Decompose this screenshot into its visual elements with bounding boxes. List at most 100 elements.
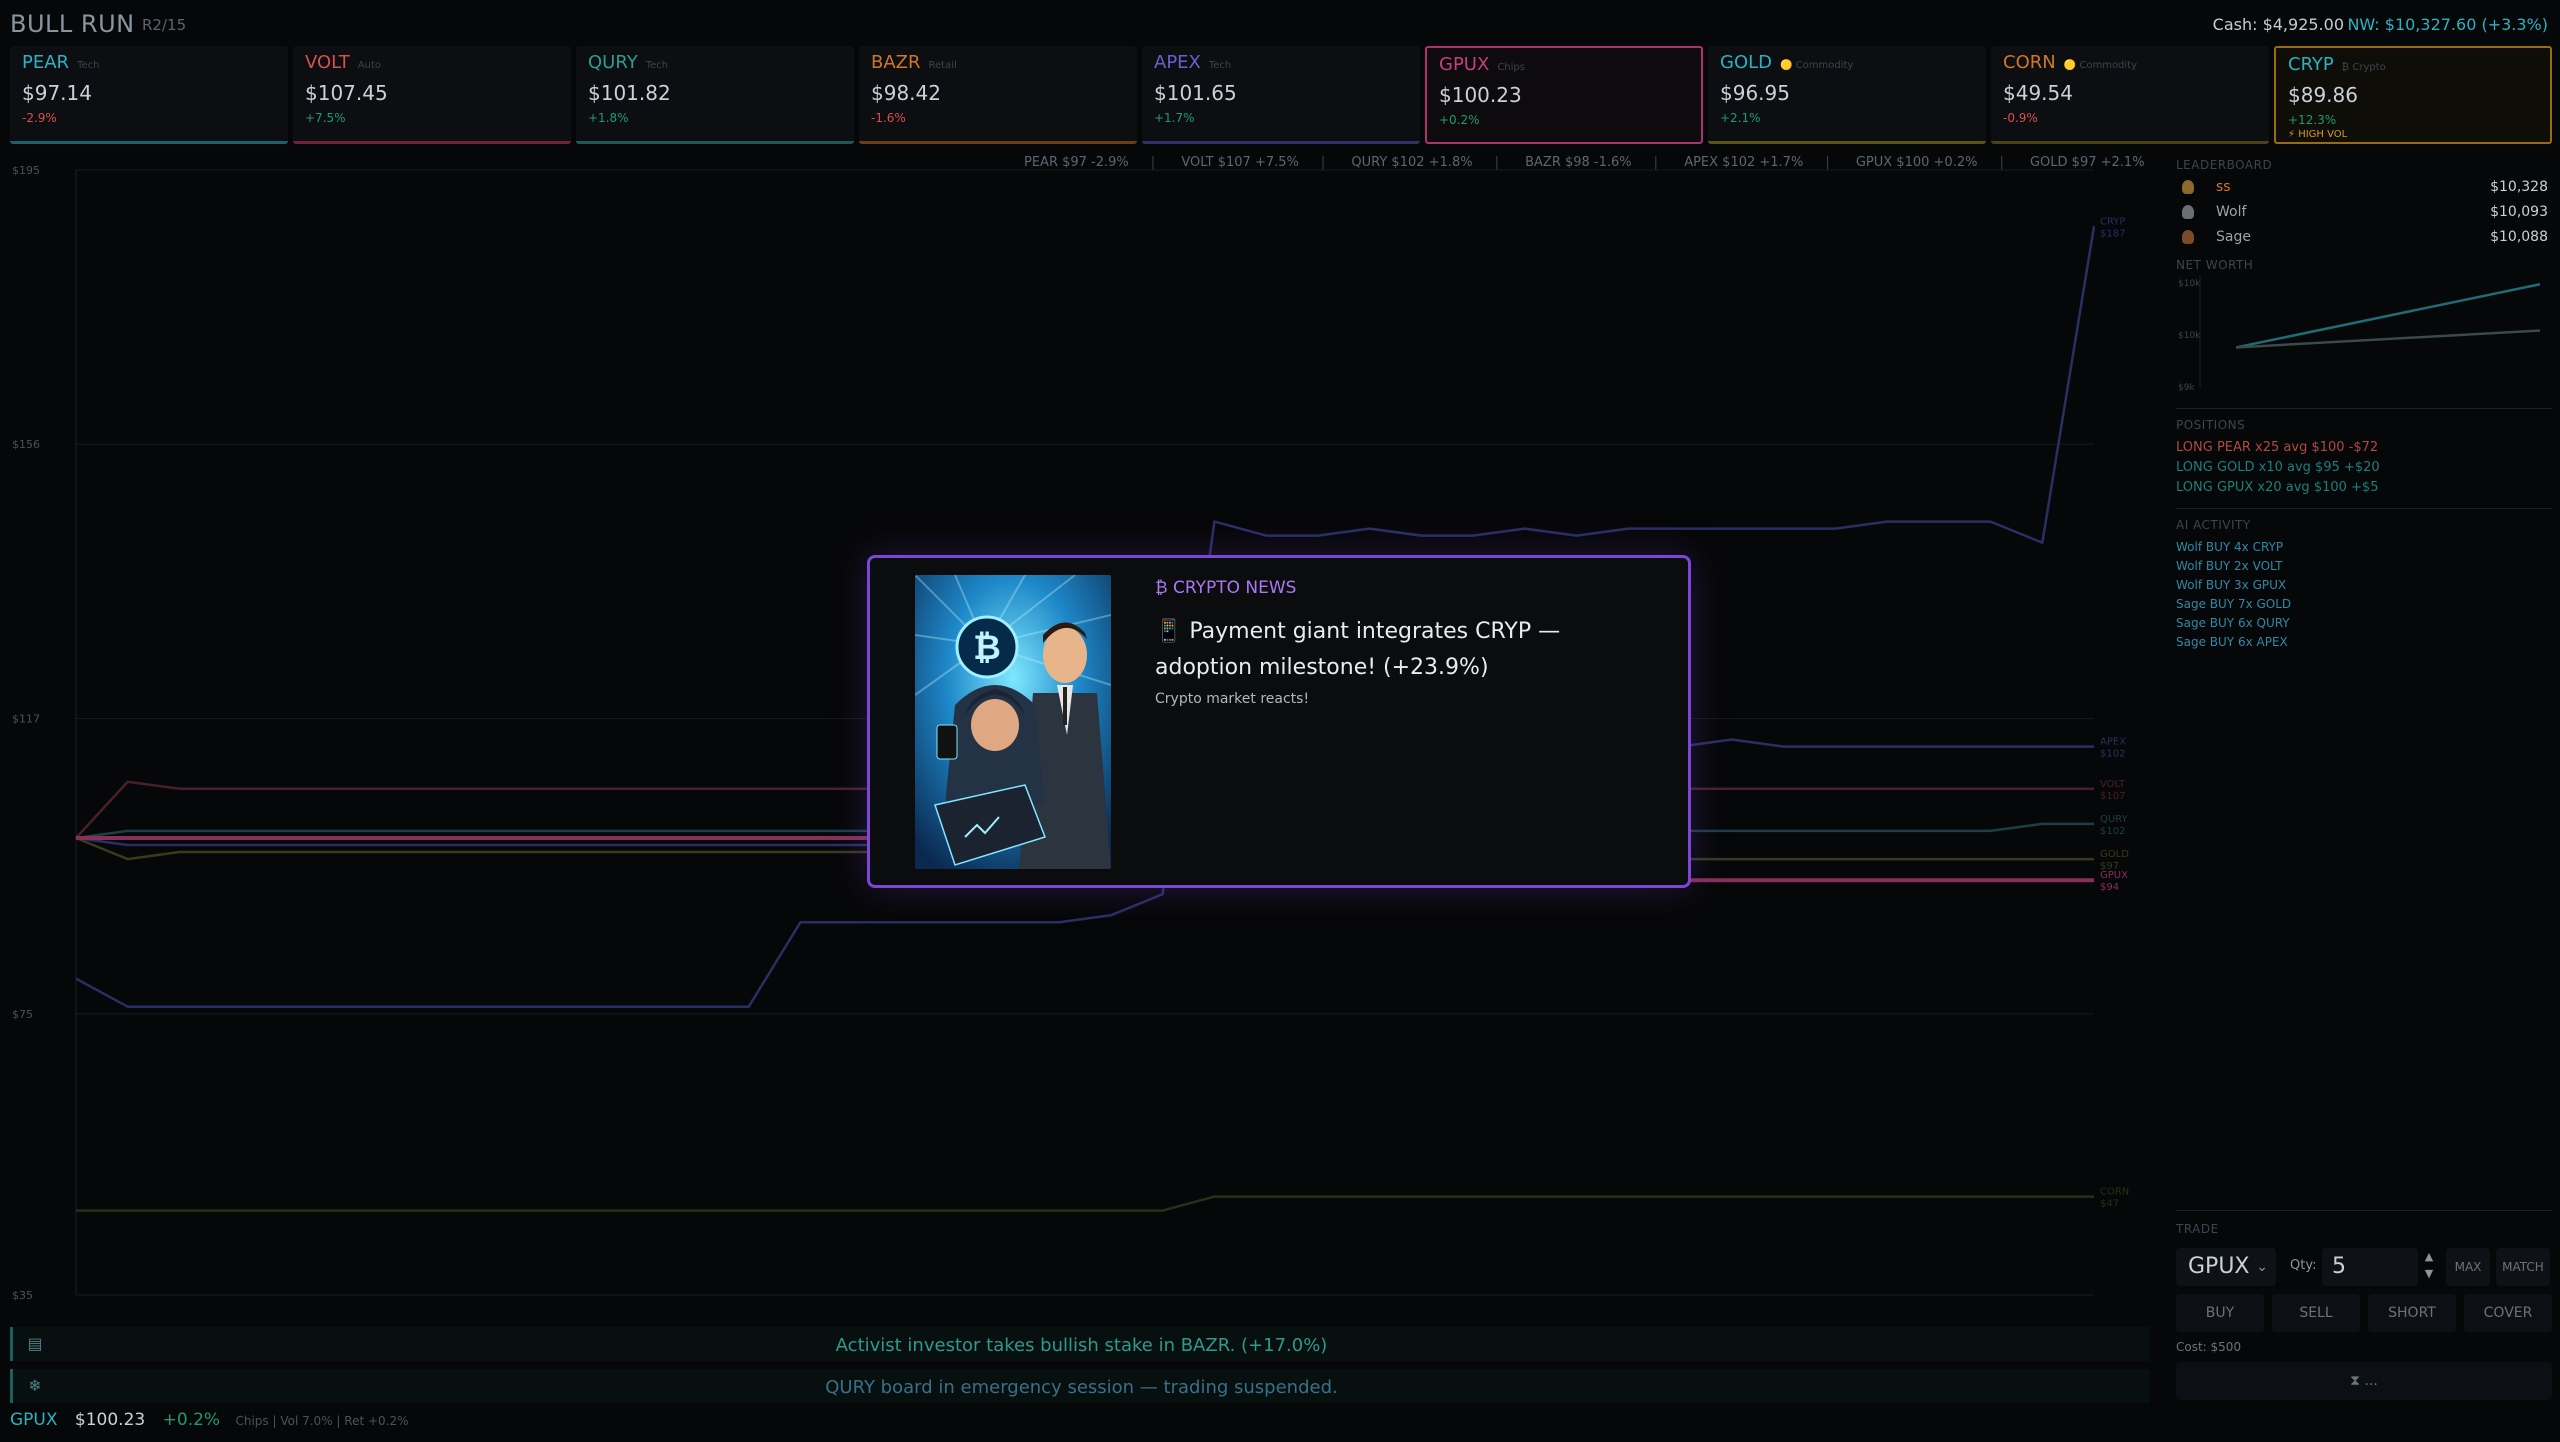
y-tick-label: $195 [12, 164, 40, 177]
end-label-gpux: GPUX [2100, 870, 2128, 881]
leaderboard-value: $10,093 [2490, 204, 2548, 220]
chevron-down-icon[interactable]: ▼ [2422, 1265, 2436, 1282]
status-price: $100.23 [74, 1410, 146, 1430]
ticker-card-pear[interactable]: PEAR Tech $97.14 -2.9% [10, 46, 288, 144]
end-value-corn: $47 [2100, 1199, 2119, 1210]
ticker-sector-label: Crypto [2352, 62, 2386, 73]
news-bar: ▤ Activist investor takes bullish stake … [10, 1327, 2150, 1361]
chevron-up-icon[interactable]: ▲ [2422, 1248, 2436, 1265]
ticker-sector-label: Commodity [2079, 60, 2138, 71]
status-change: +0.2% [162, 1410, 221, 1430]
app-title: BULL RUN [10, 10, 135, 38]
status-bar: GPUX $100.23 +0.2% Chips | Vol 7.0% | Re… [10, 1410, 409, 1434]
end-label-apex: APEX [2100, 737, 2126, 748]
ticker-symbol: GOLD [1720, 52, 1773, 73]
ai-activity-item: Sage BUY 6x QURY [2176, 616, 2290, 630]
leaderboard-name: Sage [2216, 229, 2251, 245]
position-item[interactable]: LONG GOLD x10 avg $95 +$20 [2176, 460, 2380, 475]
leaderboard-title: LEADERBOARD [2176, 158, 2273, 172]
ai-activity-item: Wolf BUY 4x CRYP [2176, 540, 2284, 554]
news-category: ₿ CRYPTO NEWS [1155, 578, 1297, 598]
high-vol-badge: ⚡ HIGH VOL [2288, 129, 2348, 140]
max-button[interactable]: MAX [2446, 1248, 2490, 1286]
ticker-card-cryp[interactable]: CRYP ₿ Crypto $89.86 +12.3% ⚡ HIGH VOL [2274, 46, 2552, 144]
qty-stepper[interactable]: ▲ ▼ [2422, 1248, 2436, 1286]
ticker-cards: PEAR Tech $97.14 -2.9% VOLT Auto $107.45 +… [10, 46, 2552, 146]
ticker-symbol: CORN [2003, 52, 2056, 73]
ticker-card-bazr[interactable]: BAZR Retail $98.42 -1.6% [859, 46, 1137, 144]
ticker-price: $49.54 [2003, 81, 2073, 105]
qty-input[interactable]: 5 [2322, 1248, 2418, 1286]
end-turn-button[interactable]: ⧗ ... [2176, 1362, 2552, 1400]
ticker-card-volt[interactable]: VOLT Auto $107.45 +7.5% [293, 46, 571, 144]
ticker-change: -1.6% [871, 111, 906, 125]
news-headline: 📱 Payment giant integrates CRYP — adopti… [1155, 619, 1561, 680]
ticker-card-gold[interactable]: GOLD 🟡 Commodity $96.95 +2.1% [1708, 46, 1986, 144]
position-item[interactable]: LONG PEAR x25 avg $100 -$72 [2176, 440, 2378, 455]
ticker-sector: Chips [1497, 62, 1525, 73]
ticker-symbol: VOLT [305, 52, 350, 73]
medal-gold-icon [2182, 180, 2194, 194]
svg-text:₿: ₿ [973, 628, 1001, 668]
y-tick-label: $117 [12, 712, 40, 725]
end-label-corn: CORN [2100, 1187, 2129, 1198]
medal-bronze-icon [2182, 230, 2194, 244]
status-meta: Chips | Vol 7.0% | Ret +0.2% [235, 1414, 409, 1428]
leaderboard-name: ss [2216, 179, 2231, 195]
nw-tick-label: $9k [2178, 383, 2195, 393]
end-label-volt: VOLT [2100, 779, 2126, 790]
ticker-change: +1.8% [588, 111, 629, 125]
ticker-symbol: QURY [588, 52, 638, 73]
ticker-sector: Tech [1208, 60, 1232, 71]
cover-button[interactable]: COVER [2464, 1294, 2552, 1332]
ticker-change: +12.3% [2288, 113, 2337, 127]
leaderboard-value: $10,088 [2490, 229, 2548, 245]
symbol-select[interactable]: GPUX ⌄ [2176, 1248, 2276, 1286]
ticker-card-corn[interactable]: CORN 🟡 Commodity $49.54 -0.9% [1991, 46, 2269, 144]
y-tick-label: $75 [12, 1008, 33, 1021]
end-value-cryp: $187 [2100, 228, 2125, 239]
ai-activity-item: Sage BUY 7x GOLD [2176, 597, 2292, 611]
networth-title: NET WORTH [2176, 258, 2254, 272]
ticker-card-apex[interactable]: APEX Tech $101.65 +1.7% [1142, 46, 1420, 144]
divider [2176, 508, 2552, 509]
ticker-change: +7.5% [305, 111, 346, 125]
short-button[interactable]: SHORT [2368, 1294, 2456, 1332]
top-bar: BULL RUN R2/15 Cash: $4,925.00 NW: $10,3… [0, 0, 2560, 46]
ticker-sector: Tech [77, 60, 100, 71]
news-modal[interactable]: ₿ ₿ CRYPTO NEWS 📱 Payment giant integrat… [867, 555, 1691, 888]
match-button[interactable]: MATCH [2496, 1248, 2550, 1286]
ticker-card-qury[interactable]: QURY Tech $101.82 +1.8% [576, 46, 854, 144]
divider [2176, 1210, 2552, 1211]
ticker-card-gpux[interactable]: GPUX Chips $100.23 +0.2% [1425, 46, 1703, 144]
ticker-price: $107.45 [305, 81, 388, 105]
ai-activity-item: Wolf BUY 3x GPUX [2176, 578, 2287, 592]
ticker-sector: Auto [357, 60, 381, 71]
sell-button[interactable]: SELL [2272, 1294, 2360, 1332]
leaderboard-value: $10,328 [2490, 179, 2548, 195]
position-item[interactable]: LONG GPUX x20 avg $100 +$5 [2176, 480, 2378, 495]
end-value-volt: $107 [2100, 791, 2125, 802]
trade-cost: Cost: $500 [2176, 1340, 2242, 1354]
hourglass-icon: ⧗ [2350, 1373, 2365, 1389]
leaderboard-row: Sage $10,088 [2176, 228, 2552, 250]
cash-balance: Cash: $4,925.00 [2212, 15, 2344, 34]
ticker-change: +2.1% [1720, 111, 1761, 125]
news-subtext: Crypto market reacts! [1155, 691, 1310, 707]
status-symbol: GPUX [10, 1410, 58, 1430]
positions-title: POSITIONS [2176, 418, 2246, 432]
y-tick-label: $35 [12, 1289, 33, 1302]
ticker-symbol: PEAR [22, 52, 70, 73]
ticker-symbol: GPUX [1439, 54, 1490, 75]
qty-label: Qty: [2290, 1258, 2317, 1273]
end-label-qury: QURY [2100, 814, 2128, 825]
ticker-change: -0.9% [2003, 111, 2038, 125]
news-illustration: ₿ [915, 575, 1111, 869]
ai-activity-item: Sage BUY 6x APEX [2176, 635, 2288, 649]
ticker-sector: Retail [928, 60, 957, 71]
ticker-symbol: BAZR [871, 52, 921, 73]
chevron-down-icon: ⌄ [2256, 1259, 2268, 1275]
buy-button[interactable]: BUY [2176, 1294, 2264, 1332]
y-tick-label: $156 [12, 438, 40, 451]
round-indicator: R2/15 [142, 16, 187, 34]
